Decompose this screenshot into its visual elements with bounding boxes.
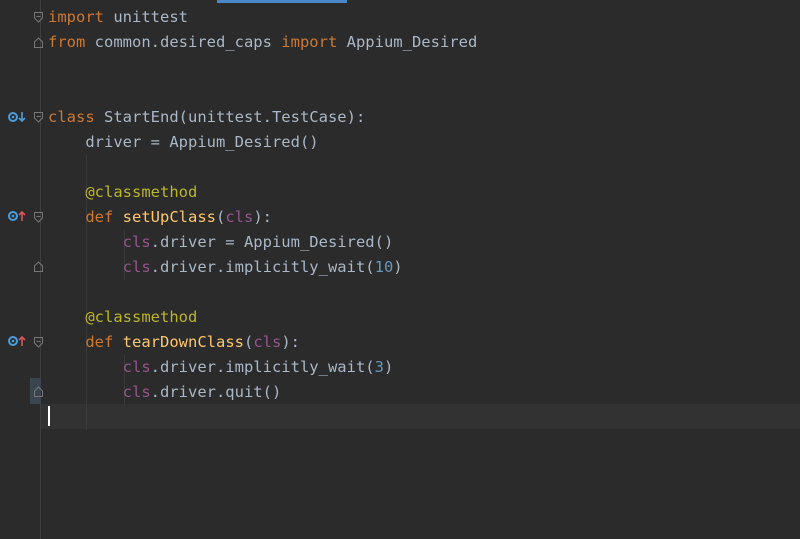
code-line[interactable]: @classmethod [48, 180, 800, 205]
code-token: driver = Appium_Desired() [48, 133, 319, 151]
code-line[interactable]: def setUpClass(cls): [48, 205, 800, 230]
code-line[interactable]: def tearDownClass(cls): [48, 330, 800, 355]
code-token: setUpClass [122, 208, 216, 226]
code-token: class [48, 108, 95, 126]
fold-collapse-icon[interactable] [34, 112, 43, 123]
code-line[interactable] [48, 155, 800, 180]
fold-expand-icon[interactable] [34, 386, 43, 397]
text-caret [48, 406, 50, 426]
override-icon[interactable] [8, 334, 26, 348]
override-icon[interactable] [8, 209, 26, 223]
code-line[interactable]: import unittest [48, 5, 800, 30]
code-token: tearDownClass [122, 333, 244, 351]
code-line[interactable]: class StartEnd(unittest.TestCase): [48, 105, 800, 130]
code-token: cls [122, 383, 151, 401]
code-line[interactable]: cls.driver = Appium_Desired() [48, 230, 800, 255]
code-line[interactable]: from common.desired_caps import Appium_D… [48, 30, 800, 55]
code-line[interactable] [48, 405, 800, 430]
code-token: cls [122, 358, 151, 376]
code-line[interactable] [48, 55, 800, 80]
code-token: cls [253, 333, 282, 351]
code-token: .driver.quit() [150, 383, 282, 401]
code-token: .driver.implicitly_wait( [150, 358, 375, 376]
code-editor[interactable]: import unittest from common.desired_caps … [48, 5, 800, 430]
code-token: def [85, 333, 114, 351]
code-token: cls [122, 233, 151, 251]
code-token: .driver = Appium_Desired() [150, 233, 394, 251]
code-token: ( [216, 208, 226, 226]
code-line[interactable]: cls.driver.implicitly_wait(3) [48, 355, 800, 380]
code-token: import [48, 8, 104, 26]
code-line[interactable]: driver = Appium_Desired() [48, 130, 800, 155]
fold-collapse-icon[interactable] [34, 12, 43, 23]
code-token: ): [253, 208, 273, 226]
code-token: unittest [104, 8, 188, 26]
code-line[interactable] [48, 80, 800, 105]
code-line[interactable]: cls.driver.implicitly_wait(10) [48, 255, 800, 280]
code-token: ) [393, 258, 403, 276]
code-token: import [281, 33, 338, 51]
code-token: Appium_Desired [337, 33, 478, 51]
code-token: cls [122, 258, 151, 276]
code-token: ): [281, 333, 301, 351]
code-token: .driver.implicitly_wait( [150, 258, 375, 276]
code-token: StartEnd(unittest.TestCase): [94, 108, 366, 126]
code-token: def [85, 208, 114, 226]
code-line[interactable]: cls.driver.quit() [48, 380, 800, 405]
code-token: 10 [374, 258, 394, 276]
code-token: cls [225, 208, 254, 226]
code-token: @classmethod [85, 183, 198, 201]
code-token: 3 [374, 358, 384, 376]
fold-expand-icon[interactable] [34, 37, 43, 48]
code-line[interactable] [48, 280, 800, 305]
fold-expand-icon[interactable] [34, 261, 43, 272]
code-line[interactable]: @classmethod [48, 305, 800, 330]
code-token: ( [244, 333, 254, 351]
active-tab-indicator [217, 0, 347, 3]
code-token: from [48, 33, 86, 51]
implemented-icon[interactable] [8, 110, 26, 124]
code-token: @classmethod [85, 308, 198, 326]
fold-collapse-icon[interactable] [34, 212, 43, 223]
code-token: common.desired_caps [85, 33, 282, 51]
fold-collapse-icon[interactable] [34, 337, 43, 348]
code-token: ) [383, 358, 394, 376]
